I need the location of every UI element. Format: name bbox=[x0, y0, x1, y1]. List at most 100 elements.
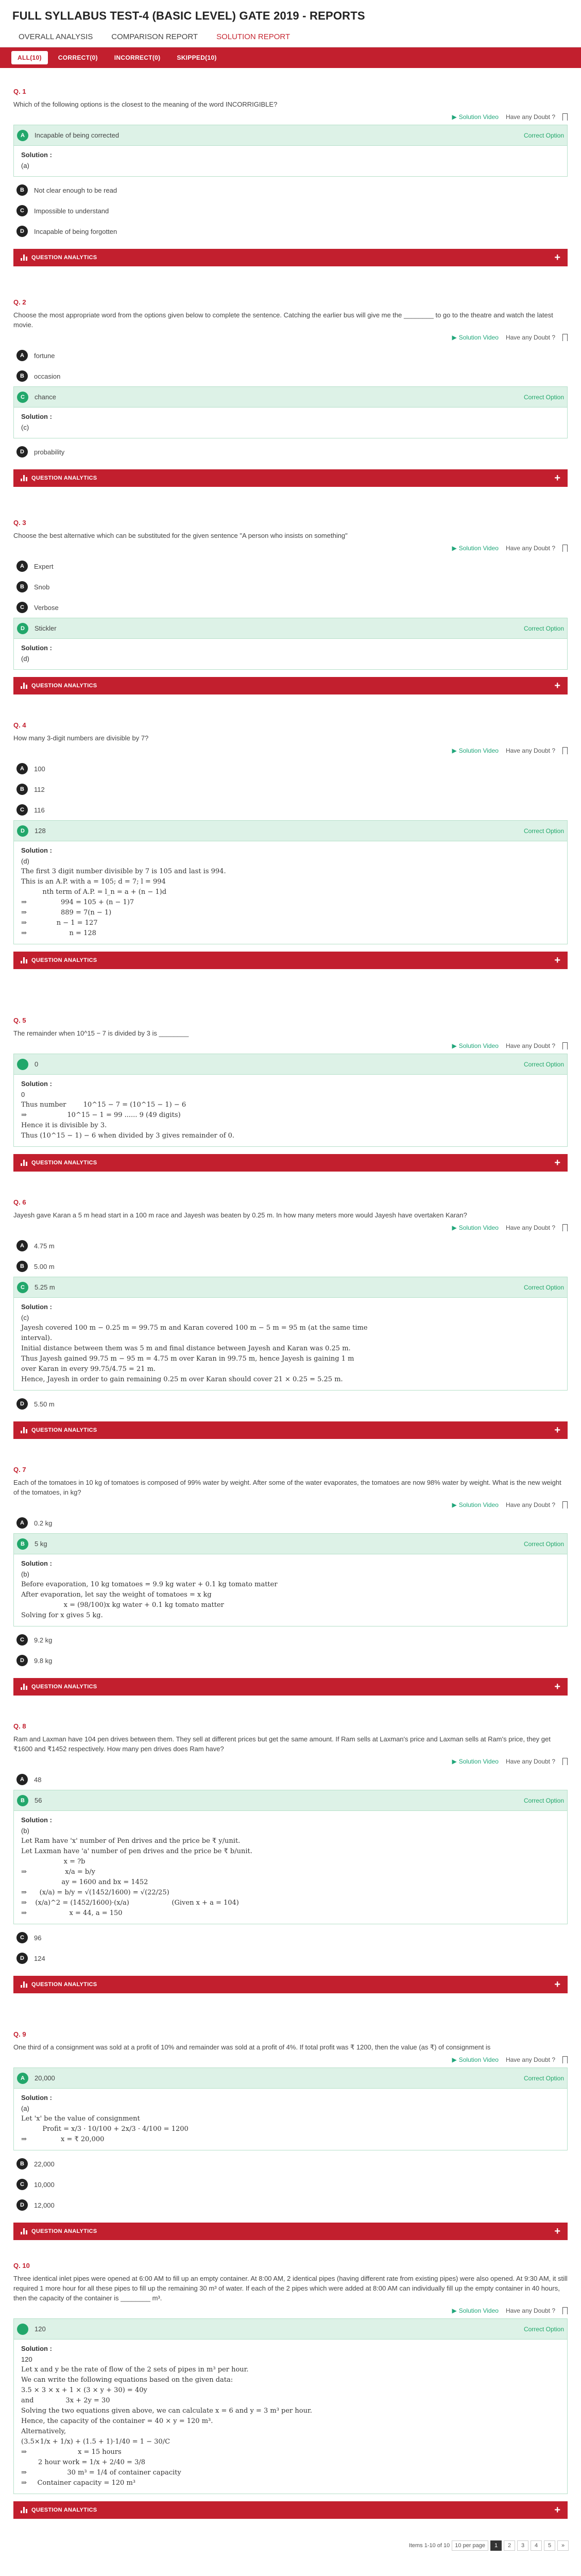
option-letter: B bbox=[16, 2158, 28, 2170]
play-icon: ▶ bbox=[452, 1042, 457, 1049]
bookmark-icon[interactable] bbox=[562, 113, 568, 121]
solution-line: Hence, Jayesh in order to gain remaining… bbox=[21, 1376, 343, 1383]
solution-video-link[interactable]: ▶ Solution Video bbox=[452, 1501, 499, 1509]
expand-plus-icon[interactable]: + bbox=[554, 1425, 560, 1436]
page-title: FULL SYLLABUS TEST-4 (BASIC LEVEL) GATE … bbox=[12, 9, 365, 22]
tab-comparison-report[interactable]: COMPARISON REPORT bbox=[102, 27, 207, 46]
answer-option: C 116 bbox=[13, 800, 568, 820]
per-page-select[interactable]: 10 per page bbox=[452, 2540, 488, 2551]
solution-video-link[interactable]: ▶ Solution Video bbox=[452, 1758, 499, 1765]
solution-box: Solution : 120 Let x and y be the rate of … bbox=[13, 2339, 568, 2494]
bookmark-icon[interactable] bbox=[562, 1224, 568, 1231]
bar-chart-icon bbox=[21, 683, 27, 689]
bookmark-icon[interactable] bbox=[562, 2307, 568, 2314]
expand-plus-icon[interactable]: + bbox=[554, 252, 560, 264]
question-analytics-bar[interactable]: QUESTION ANALYTICS + bbox=[13, 249, 568, 266]
bookmark-icon[interactable] bbox=[562, 1501, 568, 1509]
question-analytics-bar[interactable]: QUESTION ANALYTICS + bbox=[13, 1976, 568, 1993]
expand-plus-icon[interactable]: + bbox=[554, 1979, 560, 1991]
bookmark-icon[interactable] bbox=[562, 1042, 568, 1049]
solution-video-link[interactable]: ▶ Solution Video bbox=[452, 1042, 499, 1049]
have-doubt-link[interactable]: Have any Doubt ? bbox=[506, 1224, 555, 1231]
answer-option: B Snob bbox=[13, 577, 568, 597]
expand-plus-icon[interactable]: + bbox=[554, 1681, 560, 1693]
solution-title: Solution : bbox=[21, 2094, 52, 2102]
filter-incorrect[interactable]: INCORRECT(0) bbox=[108, 51, 167, 64]
next-page-button[interactable]: » bbox=[557, 2540, 569, 2551]
page-5-button[interactable]: 5 bbox=[544, 2540, 555, 2551]
question-analytics-bar[interactable]: QUESTION ANALYTICS + bbox=[13, 469, 568, 487]
solution-box: Solution : (a) Let 'x' be the value of con… bbox=[13, 2088, 568, 2150]
filter-skipped[interactable]: SKIPPED(10) bbox=[170, 51, 223, 64]
solution-video-link[interactable]: ▶ Solution Video bbox=[452, 113, 499, 121]
question-number: Q. 4 bbox=[13, 721, 26, 729]
question-text: Which of the following options is the cl… bbox=[13, 100, 278, 108]
solution-video-link[interactable]: ▶ Solution Video bbox=[452, 334, 499, 341]
have-doubt-link[interactable]: Have any Doubt ? bbox=[506, 2056, 555, 2063]
correct-option: A 20,000 Correct Option bbox=[13, 2067, 568, 2088]
option-text: Stickler bbox=[35, 624, 57, 632]
option-text: Incapable of being corrected bbox=[35, 131, 119, 139]
solution-line: (d) bbox=[21, 655, 29, 663]
question-analytics-bar[interactable]: QUESTION ANALYTICS + bbox=[13, 1154, 568, 1172]
question-number: Q. 1 bbox=[13, 88, 26, 95]
have-doubt-link[interactable]: Have any Doubt ? bbox=[506, 747, 555, 754]
solution-line: (3.5×1/x + 1/x) + (1.5 + 1)·1/40 = 1 − 3… bbox=[21, 2438, 170, 2446]
question-analytics-bar[interactable]: QUESTION ANALYTICS + bbox=[13, 2501, 568, 2519]
filter-all[interactable]: ALL(10) bbox=[11, 51, 48, 64]
page-4-button[interactable]: 4 bbox=[531, 2540, 542, 2551]
page-3-button[interactable]: 3 bbox=[517, 2540, 528, 2551]
correct-option: B 5 kg Correct Option bbox=[13, 1533, 568, 1554]
option-text: 5.50 m bbox=[34, 1400, 55, 1408]
question-analytics-bar[interactable]: QUESTION ANALYTICS + bbox=[13, 2223, 568, 2240]
option-text: 12,000 bbox=[34, 2201, 55, 2209]
question-analytics-bar[interactable]: QUESTION ANALYTICS + bbox=[13, 677, 568, 694]
question-analytics-label: QUESTION ANALYTICS bbox=[31, 1981, 97, 1988]
answer-option: A Expert bbox=[13, 556, 568, 577]
have-doubt-link[interactable]: Have any Doubt ? bbox=[506, 1042, 555, 1049]
have-doubt-link[interactable]: Have any Doubt ? bbox=[506, 2307, 555, 2314]
bookmark-icon[interactable] bbox=[562, 747, 568, 754]
bookmark-icon[interactable] bbox=[562, 1758, 568, 1765]
option-text: Expert bbox=[34, 562, 54, 570]
bookmark-icon[interactable] bbox=[562, 334, 568, 341]
filter-correct[interactable]: CORRECT(0) bbox=[52, 51, 104, 64]
solution-video-link[interactable]: ▶ Solution Video bbox=[452, 2307, 499, 2314]
expand-plus-icon[interactable]: + bbox=[554, 472, 560, 484]
have-doubt-link[interactable]: Have any Doubt ? bbox=[506, 1501, 555, 1509]
bar-chart-icon bbox=[21, 1160, 27, 1166]
solution-video-link[interactable]: ▶ Solution Video bbox=[452, 1224, 499, 1231]
have-doubt-link[interactable]: Have any Doubt ? bbox=[506, 545, 555, 552]
solution-video-link[interactable]: ▶ Solution Video bbox=[452, 747, 499, 754]
solution-line: ⇒ (x/a)^2 = (1452/1600)·(x/a) (Given x +… bbox=[21, 1899, 239, 1907]
option-letter: C bbox=[16, 602, 28, 613]
have-doubt-link[interactable]: Have any Doubt ? bbox=[506, 113, 555, 121]
bar-chart-icon bbox=[21, 2507, 27, 2513]
bookmark-icon[interactable] bbox=[562, 2056, 568, 2063]
question-analytics-bar[interactable]: QUESTION ANALYTICS + bbox=[13, 952, 568, 969]
question-analytics-bar[interactable]: QUESTION ANALYTICS + bbox=[13, 1421, 568, 1439]
bar-chart-icon bbox=[21, 2228, 27, 2234]
tab-overall-analysis[interactable]: OVERALL ANALYSIS bbox=[9, 27, 102, 46]
page-1-button[interactable]: 1 bbox=[490, 2540, 502, 2551]
option-letter: A bbox=[16, 763, 28, 774]
option-letter: B bbox=[17, 1794, 28, 1806]
expand-plus-icon[interactable]: + bbox=[554, 2226, 560, 2238]
expand-plus-icon[interactable]: + bbox=[554, 2504, 560, 2516]
expand-plus-icon[interactable]: + bbox=[554, 1157, 560, 1169]
question-analytics-bar[interactable]: QUESTION ANALYTICS + bbox=[13, 1678, 568, 1696]
have-doubt-link[interactable]: Have any Doubt ? bbox=[506, 1758, 555, 1765]
option-letter: C bbox=[16, 2179, 28, 2190]
bookmark-icon[interactable] bbox=[562, 545, 568, 552]
option-letter: D bbox=[16, 1655, 28, 1666]
expand-plus-icon[interactable]: + bbox=[554, 955, 560, 967]
expand-plus-icon[interactable]: + bbox=[554, 680, 560, 692]
solution-video-link[interactable]: ▶ Solution Video bbox=[452, 2056, 499, 2063]
solution-video-link[interactable]: ▶ Solution Video bbox=[452, 545, 499, 552]
page-2-button[interactable]: 2 bbox=[504, 2540, 515, 2551]
option-letter bbox=[17, 1058, 28, 1070]
tab-solution-report[interactable]: SOLUTION REPORT bbox=[207, 27, 299, 46]
question-block: Q. 2 Choose the most appropriate word fro… bbox=[0, 279, 581, 487]
solution-title: Solution : bbox=[21, 644, 52, 652]
have-doubt-link[interactable]: Have any Doubt ? bbox=[506, 334, 555, 341]
